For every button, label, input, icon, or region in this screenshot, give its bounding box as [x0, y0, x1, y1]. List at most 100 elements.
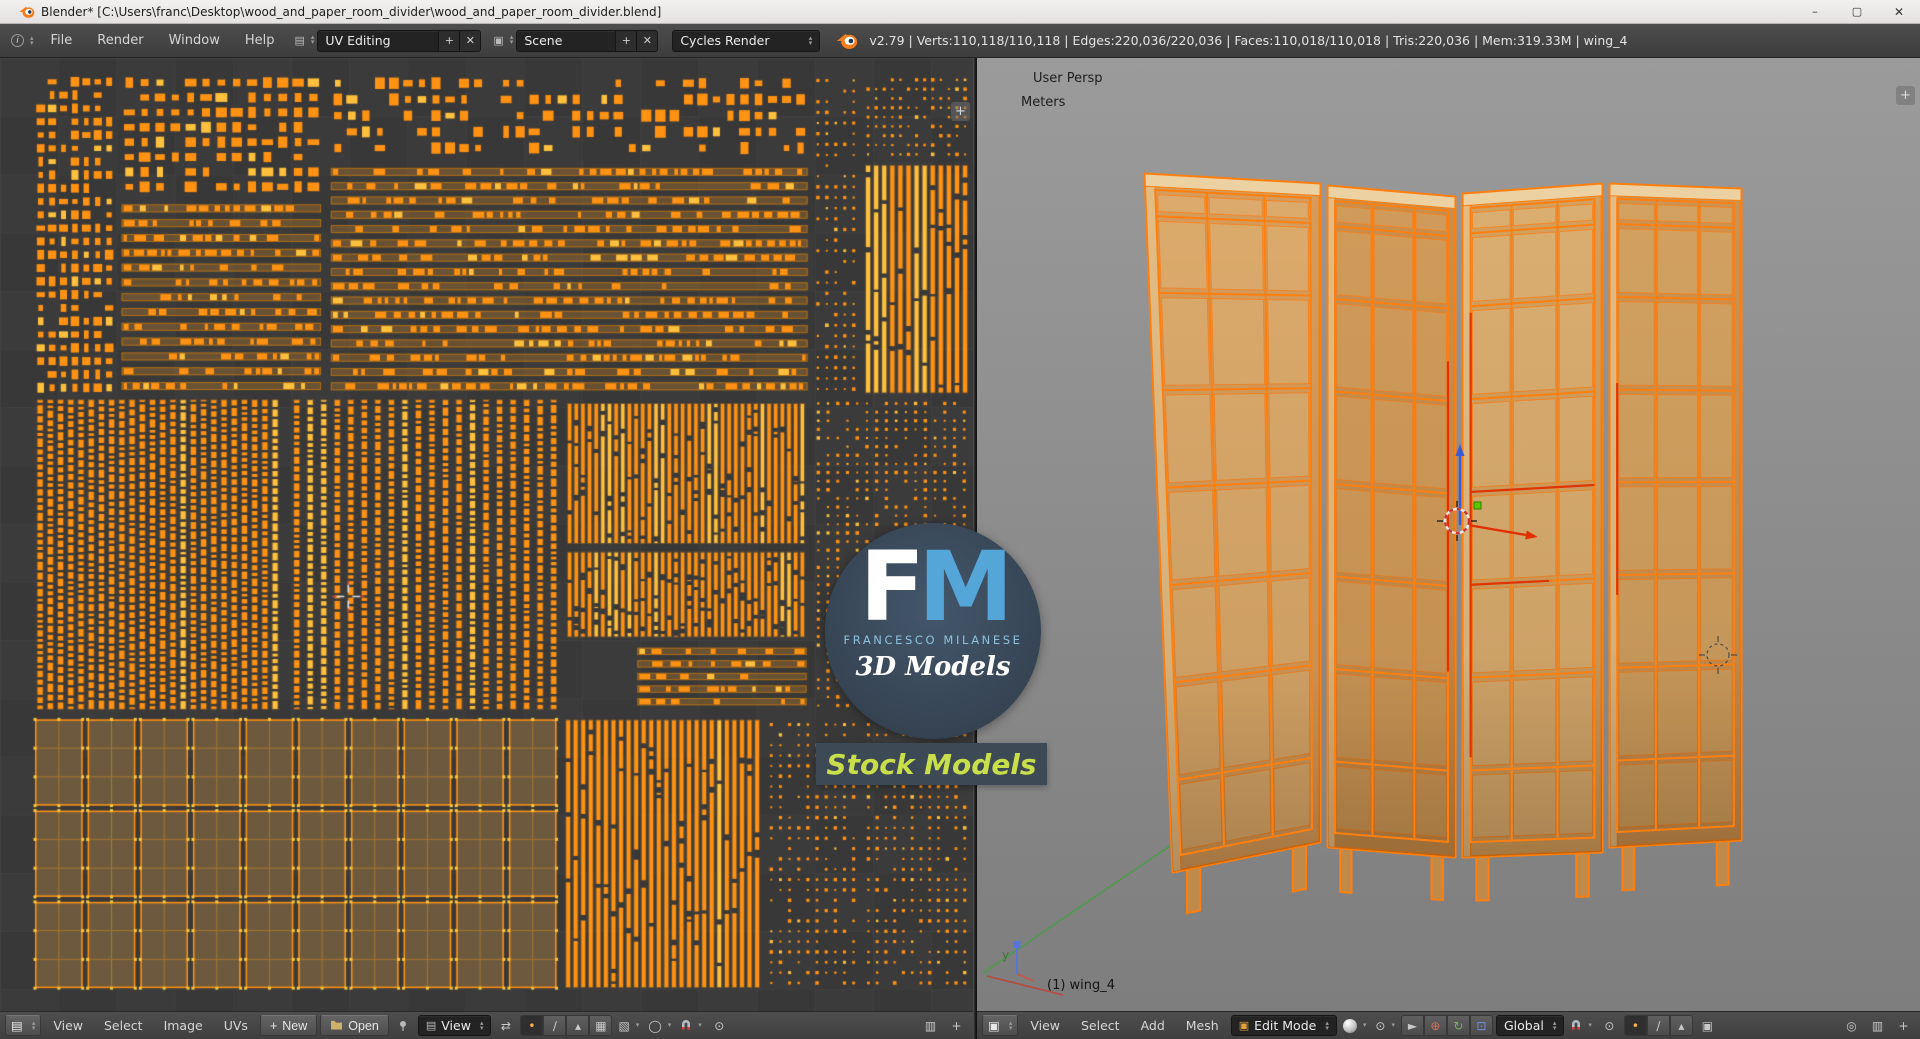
- editor-type-button[interactable]: ▤ ▴ ▾: [5, 1015, 42, 1036]
- remove-scene-button[interactable]: ✕: [637, 29, 659, 52]
- mode-label: Edit Mode: [1254, 1018, 1317, 1033]
- snap-target-icon[interactable]: ⊙: [1598, 1015, 1621, 1036]
- screen-layout-field[interactable]: UV Editing: [317, 29, 440, 52]
- pivot-point-dropdown[interactable]: ⊙ ▾: [1372, 1015, 1398, 1036]
- viewport-editor-icon: ▣: [988, 1018, 1000, 1033]
- shading-sphere-icon: [1342, 1018, 1357, 1033]
- maximize-button[interactable]: ▢: [1836, 0, 1878, 23]
- view-name-label: User Persp: [1033, 71, 1103, 86]
- scene-browse-button[interactable]: ▣ ▴ ▾: [490, 30, 516, 51]
- editor-type-button[interactable]: ▣ ▴ ▾: [982, 1015, 1019, 1036]
- occlude-geometry-icon[interactable]: ▣: [1696, 1015, 1719, 1036]
- view3d-menu-select[interactable]: Select: [1072, 1012, 1129, 1039]
- viewport-header: ▣ ▴ ▾ View Select Add Mesh ▣ Edit Mode ▴ ▾…: [977, 1011, 1920, 1039]
- unit-label: Meters: [1021, 95, 1066, 110]
- scale-manipulator-icon[interactable]: ⊡: [1469, 1015, 1493, 1036]
- rotate-manipulator-icon[interactable]: ↻: [1446, 1015, 1470, 1036]
- uv-menu-select[interactable]: Select: [95, 1012, 152, 1039]
- sticky-selection-dropdown[interactable]: ▧ ▾: [615, 1015, 642, 1036]
- dropdown-arrows-icon: ▴ ▾: [1008, 1018, 1013, 1032]
- uv-canvas[interactable]: [0, 58, 973, 1011]
- render-preview-icon[interactable]: ◎: [1840, 1015, 1863, 1036]
- snap-magnet-icon[interactable]: ▾: [1567, 1015, 1595, 1036]
- uv-sync-selection-icon[interactable]: ⇄: [494, 1015, 517, 1036]
- blender-window: Blender* [C:\Users\franc\Desktop\wood_an…: [0, 0, 1920, 1039]
- view3d-menu-add[interactable]: Add: [1132, 1012, 1174, 1039]
- dropdown-arrows-icon: ▴ ▾: [479, 1018, 484, 1032]
- manipulator-pointer-icon[interactable]: ►: [1400, 1015, 1424, 1036]
- render-engine-dropdown[interactable]: Cycles Render ▴ ▾: [672, 29, 821, 52]
- menu-render[interactable]: Render: [86, 24, 154, 57]
- add-scene-button[interactable]: +: [616, 29, 638, 52]
- view3d-menu-mesh[interactable]: Mesh: [1177, 1012, 1228, 1039]
- minimize-button[interactable]: –: [1794, 0, 1836, 23]
- info-editor-type-button[interactable]: i ▴ ▾: [8, 30, 37, 51]
- dropdown-arrows-icon: ▴ ▾: [808, 33, 813, 47]
- viewport-canvas[interactable]: y: [977, 58, 1920, 1011]
- uv-editor-header: ▤ ▴ ▾ View Select Image UVs + New Open ▤…: [0, 1011, 973, 1039]
- render-engine-label: Cycles Render: [680, 33, 770, 48]
- editor-mode-dropdown[interactable]: ▤ View ▴ ▾: [417, 1015, 492, 1036]
- edge-select-icon[interactable]: ∕: [543, 1015, 567, 1036]
- scopes-icon[interactable]: ▥: [919, 1015, 942, 1036]
- scene-name-field[interactable]: Scene: [516, 29, 617, 52]
- dropdown-arrows-icon: ▴ ▾: [1552, 1018, 1557, 1032]
- pin-icon[interactable]: [392, 1015, 415, 1036]
- transform-orientation-dropdown[interactable]: Global ▴ ▾: [1495, 1015, 1565, 1036]
- screen-layout-browse-button[interactable]: ▤ ▴ ▾: [291, 30, 317, 51]
- blender-logo-icon: [835, 32, 858, 50]
- blender-logo-icon: [18, 5, 35, 19]
- info-icon: i: [11, 34, 24, 47]
- vertex-select-icon[interactable]: •: [1623, 1015, 1647, 1036]
- scene-statistics: v2.79 | Verts:110,118/110,118 | Edges:22…: [869, 33, 1628, 48]
- uv-select-mode-group: • ∕ ▴ ▦: [520, 1015, 613, 1036]
- info-header: i ▴ ▾ File Render Window Help ▤ ▴ ▾ UV Edi…: [0, 24, 1920, 58]
- dropdown-arrows-icon: ▴ ▾: [30, 33, 34, 47]
- new-image-button[interactable]: + New: [259, 1015, 318, 1036]
- uv-editor-icon: ▤: [11, 1018, 23, 1033]
- mode-icon: ▤: [425, 1019, 437, 1032]
- header-plus-icon[interactable]: +: [1892, 1015, 1915, 1036]
- add-layout-button[interactable]: +: [439, 29, 461, 52]
- mesh-select-mode-group: • ∕ ▴: [1623, 1015, 1693, 1036]
- snap-magnet-icon[interactable]: ▾: [677, 1015, 705, 1036]
- open-image-button[interactable]: Open: [320, 1015, 389, 1036]
- edge-select-icon[interactable]: ∕: [1646, 1015, 1670, 1036]
- open-image-label: Open: [348, 1018, 379, 1033]
- menu-window[interactable]: Window: [158, 24, 231, 57]
- render-border-icon[interactable]: ▥: [1866, 1015, 1889, 1036]
- plus-icon: +: [269, 1018, 278, 1033]
- close-button[interactable]: ✕: [1878, 0, 1920, 23]
- uv-menu-view[interactable]: View: [44, 1012, 92, 1039]
- watermark-badge: Stock Models: [816, 743, 1047, 785]
- active-object-label: (1) wing_4: [1047, 978, 1116, 993]
- translate-manipulator-icon[interactable]: ⊕: [1423, 1015, 1447, 1036]
- vertex-select-icon[interactable]: •: [520, 1015, 544, 1036]
- layout-icon: ▤: [294, 33, 305, 47]
- region-expand-icon[interactable]: +: [1896, 86, 1915, 105]
- interaction-mode-dropdown[interactable]: ▣ Edit Mode ▴ ▾: [1230, 1015, 1337, 1036]
- svg-text:y: y: [1002, 948, 1009, 962]
- island-select-icon[interactable]: ▦: [589, 1015, 613, 1036]
- proportional-edit-dropdown[interactable]: ◯ ▾: [645, 1015, 674, 1036]
- window-controls: – ▢ ✕: [1794, 0, 1920, 23]
- dropdown-arrows-icon: ▴ ▾: [1325, 1018, 1329, 1032]
- viewport-shading-dropdown[interactable]: ▾: [1340, 1015, 1370, 1036]
- folder-icon: [330, 1019, 343, 1033]
- snap-target-icon[interactable]: ⊙: [708, 1015, 731, 1036]
- uv-menu-uvs[interactable]: UVs: [215, 1012, 257, 1039]
- face-select-icon[interactable]: ▴: [566, 1015, 590, 1036]
- menu-file[interactable]: File: [40, 24, 84, 57]
- edit-mode-icon: ▣: [1238, 1019, 1250, 1032]
- dropdown-arrows-icon: ▴ ▾: [509, 33, 514, 46]
- screen-layout-selector: ▤ ▴ ▾ UV Editing + ✕: [291, 29, 482, 52]
- header-plus-icon[interactable]: +: [945, 1015, 968, 1036]
- scene-icon: ▣: [493, 33, 504, 47]
- view3d-menu-view[interactable]: View: [1021, 1012, 1069, 1039]
- menu-help[interactable]: Help: [234, 24, 286, 57]
- uv-menu-image[interactable]: Image: [155, 1012, 212, 1039]
- scene-selector: ▣ ▴ ▾ Scene + ✕: [490, 29, 659, 52]
- region-expand-icon[interactable]: +: [951, 102, 970, 121]
- remove-layout-button[interactable]: ✕: [460, 29, 482, 52]
- face-select-icon[interactable]: ▴: [1669, 1015, 1693, 1036]
